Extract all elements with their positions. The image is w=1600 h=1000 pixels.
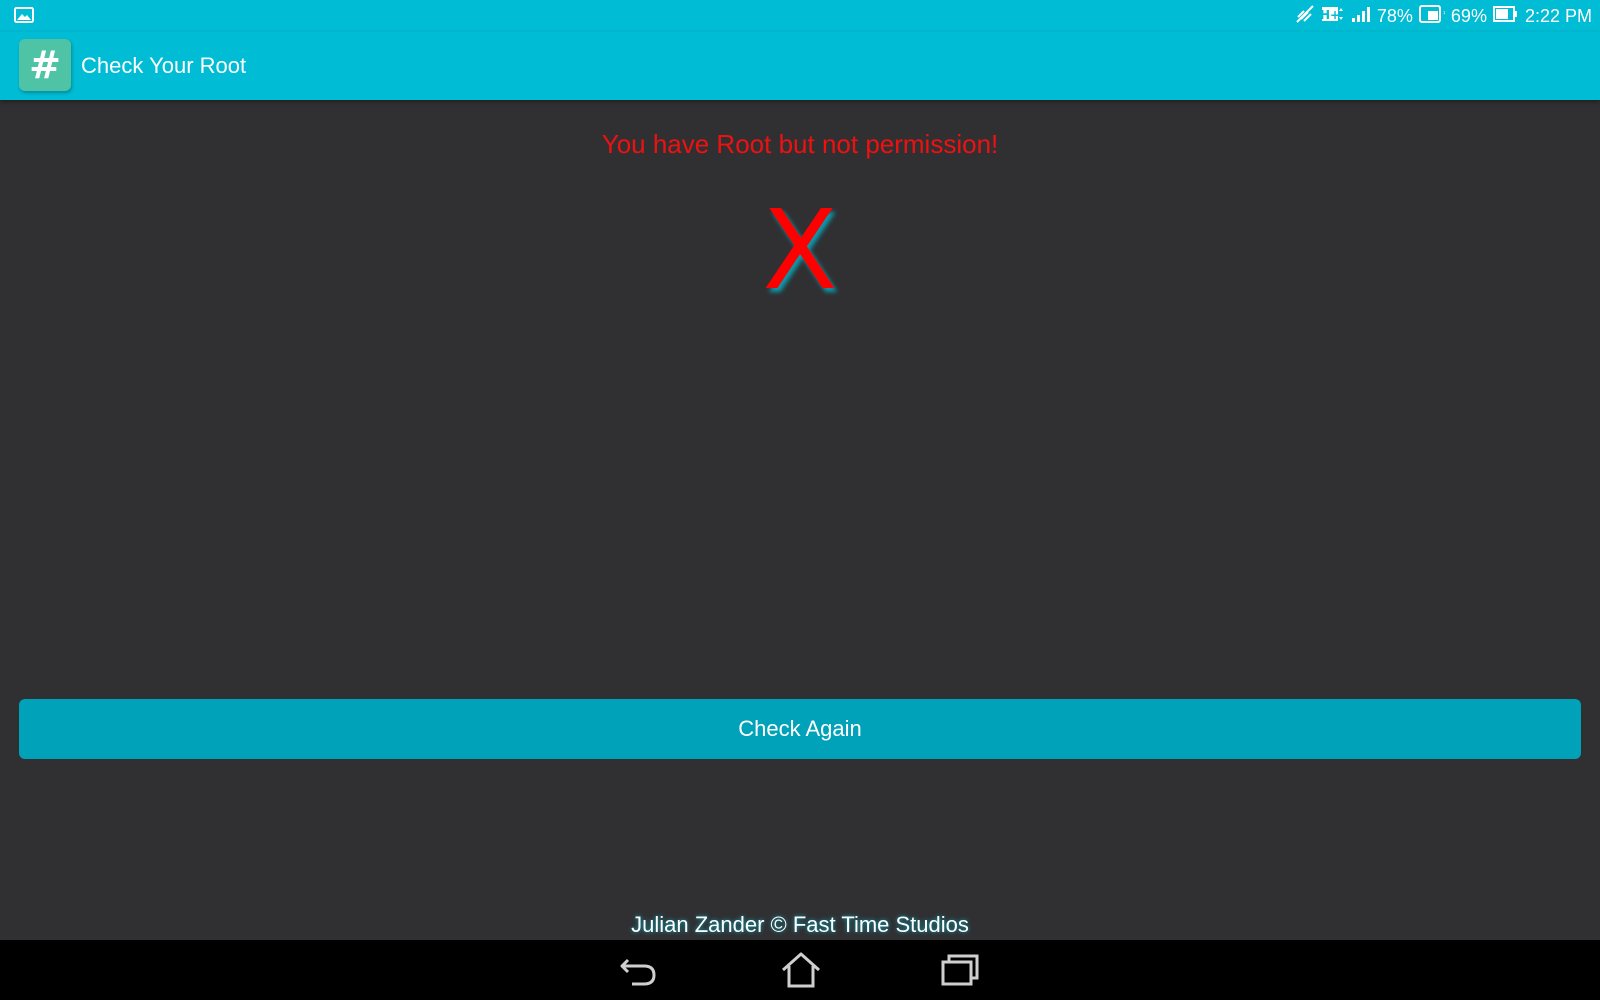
hplus-data-icon: H+ bbox=[1320, 5, 1345, 28]
screen: H+ 78% › 69% bbox=[0, 0, 1600, 1000]
gallery-notification-icon bbox=[14, 7, 34, 28]
recent-apps-icon[interactable] bbox=[939, 950, 983, 990]
svg-text:›: › bbox=[1443, 8, 1445, 17]
svg-text:H+: H+ bbox=[1321, 8, 1340, 22]
signal-icon bbox=[1351, 5, 1371, 28]
root-status-message: You have Root but not permission! bbox=[601, 129, 999, 159]
footer-credit: Julian Zander © Fast Time Studios bbox=[631, 912, 969, 937]
mute-icon bbox=[1295, 4, 1315, 28]
result-x-mark: X bbox=[762, 186, 838, 314]
app-title: Check Your Root bbox=[81, 53, 247, 78]
status-bar: H+ 78% › 69% bbox=[0, 0, 1600, 32]
app-bar: # Check Your Root bbox=[0, 32, 1600, 100]
home-icon[interactable] bbox=[779, 950, 823, 990]
battery-percent: 69% bbox=[1450, 5, 1487, 26]
status-icons: H+ 78% › 69% bbox=[1295, 4, 1592, 28]
clock: 2:22 PM bbox=[1524, 5, 1592, 26]
tablet-battery-icon: › bbox=[1418, 4, 1446, 28]
app-hash-icon: # bbox=[19, 39, 71, 91]
battery-icon bbox=[1492, 5, 1519, 28]
signal-percent: 78% bbox=[1376, 5, 1413, 26]
back-icon[interactable] bbox=[618, 950, 662, 990]
check-again-button[interactable]: Check Again bbox=[19, 699, 1581, 759]
navigation-bar bbox=[0, 940, 1600, 1000]
